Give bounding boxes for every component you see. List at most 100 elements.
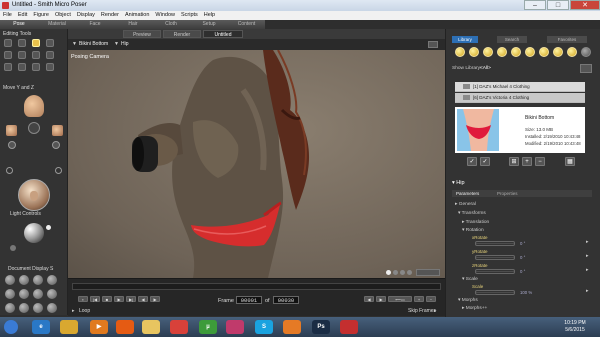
display-style-swatch[interactable] [5,275,15,285]
next-frame-icon[interactable]: ▶ [150,296,160,302]
chain-break-tool-icon[interactable] [32,51,40,59]
display-style-swatch[interactable] [5,303,15,313]
translate-tool-icon[interactable] [32,39,40,47]
morphing-tool-icon[interactable] [32,63,40,71]
remove-from-library-icon[interactable]: − [535,157,545,166]
taper-tool-icon[interactable] [18,51,26,59]
group-translation[interactable]: ▸ Translation [462,220,489,225]
light-properties-icon[interactable] [10,245,16,251]
viewport-options-icon[interactable] [428,41,438,48]
menu-display[interactable]: Display [74,11,98,19]
close-button[interactable]: ✕ [570,0,600,10]
group-general[interactable]: ▸ General [455,202,476,207]
tab-search[interactable]: Search [497,36,527,43]
props-category-icon[interactable] [525,47,535,57]
menu-window[interactable]: Window [152,11,178,19]
blender-icon[interactable] [283,320,301,334]
figures-category-icon[interactable] [455,47,465,57]
system-clock[interactable]: 10:19 PM 5/6/2015 [555,320,595,334]
minimize-button[interactable]: – [524,0,546,10]
viewport-dot-icon[interactable] [407,270,412,275]
poser-icon[interactable] [340,320,358,334]
actor-dropdown-arrow-icon[interactable]: ▼ [114,41,119,47]
folder-icon[interactable] [142,320,160,334]
tab-preview[interactable]: Preview [123,30,161,38]
tab-properties[interactable]: Properties [497,191,518,196]
light-sphere-icon[interactable] [24,223,44,243]
cameras-category-icon[interactable] [553,47,563,57]
expressions-category-icon[interactable] [483,47,493,57]
direct-manipulation-tool-icon[interactable] [46,63,54,71]
tab-setup[interactable]: Setup [190,20,228,29]
move-xz-icon[interactable] [28,122,40,134]
viewport-dot-icon[interactable] [400,270,405,275]
menu-help[interactable]: Help [201,11,218,19]
prev-key-icon[interactable]: ◀ [364,296,374,302]
library-folder[interactable]: [1] DAZ's Michael 4 Clothing [455,82,585,92]
grouping-tool-icon[interactable] [4,63,12,71]
group-morphs[interactable]: ▾ Morphs [458,298,478,303]
viewport-dot-icon[interactable] [393,270,398,275]
add-to-library-icon[interactable]: + [522,157,532,166]
poses-category-icon[interactable] [469,47,479,57]
total-frames-field[interactable]: 00030 [273,296,299,304]
library-folder[interactable]: [6] DAZ's Victoria 4 Clothing [455,93,585,103]
explorer-icon[interactable] [60,320,78,334]
add-key-icon[interactable]: + [414,296,424,302]
menu-object[interactable]: Object [52,11,74,19]
last-frame-icon[interactable]: ▶| [126,296,136,302]
dial-value[interactable]: 0 ° [520,255,525,260]
dial-value[interactable]: 100 % [520,290,532,295]
display-style-swatch[interactable] [33,303,43,313]
first-frame-icon[interactable]: |◀ [90,296,100,302]
dial-menu-arrow-icon[interactable]: ▸ [586,239,589,245]
xrotate-dial[interactable] [475,241,515,246]
media-player-icon[interactable]: ▶ [90,320,108,334]
chrome-icon[interactable] [170,320,188,334]
hands-category-icon[interactable] [511,47,521,57]
display-style-swatch[interactable] [33,289,43,299]
lights-category-icon[interactable] [539,47,549,57]
apply-icon[interactable]: ✓ [467,157,477,166]
tab-hair[interactable]: Hair [114,20,152,29]
display-style-swatch[interactable] [47,303,57,313]
display-style-swatch[interactable] [33,275,43,285]
firefox-icon[interactable] [116,320,134,334]
menu-render[interactable]: Render [98,11,122,19]
light-handle-icon[interactable] [46,225,51,230]
translate-in-out-tool-icon[interactable] [46,39,54,47]
rotate-camera-left-icon[interactable] [6,167,13,174]
tab-face[interactable]: Face [76,20,114,29]
app-grid-icon[interactable] [226,320,244,334]
display-style-swatch[interactable] [19,303,29,313]
tab-material[interactable]: Material [38,20,76,29]
group-scale[interactable]: ▾ Scale [462,277,478,282]
collapse-arrow-icon[interactable]: ▾ [452,180,455,186]
start-orb-icon[interactable] [4,320,18,334]
scale-camera-icon[interactable] [8,141,16,149]
figure-menu[interactable]: Bikini Bottom [79,41,108,47]
play-icon[interactable]: ▶ [114,296,124,302]
dial-menu-arrow-icon[interactable]: ▸ [586,253,589,259]
dial-menu-arrow-icon[interactable]: ▸ [586,267,589,273]
face-camera-icon[interactable] [24,95,44,117]
dial-value[interactable]: 0 ° [520,241,525,246]
rotate-camera-right-icon[interactable] [55,167,62,174]
tab-library[interactable]: Library [452,36,478,43]
menu-animation[interactable]: Animation [122,11,152,19]
maximize-button[interactable]: □ [547,0,569,10]
display-style-swatch[interactable] [19,289,29,299]
color-tool-icon[interactable] [46,51,54,59]
group-rotation[interactable]: ▾ Rotation [462,228,484,233]
scale-dial[interactable] [475,290,515,295]
viewport-layout-icon[interactable] [416,269,440,276]
tab-untitled[interactable]: Untitled [203,30,243,38]
edit-keys-icon[interactable]: ⟵▭ [388,296,412,302]
view-magnifier-tool-icon[interactable] [18,63,26,71]
display-style-swatch[interactable] [5,289,15,299]
library-settings-icon[interactable]: ▦ [565,157,575,166]
library-options-icon[interactable] [580,64,592,73]
3d-viewport[interactable]: Posing Camera [68,50,445,278]
ie-icon[interactable]: e [32,320,50,334]
scenes-category-icon[interactable] [581,47,591,57]
